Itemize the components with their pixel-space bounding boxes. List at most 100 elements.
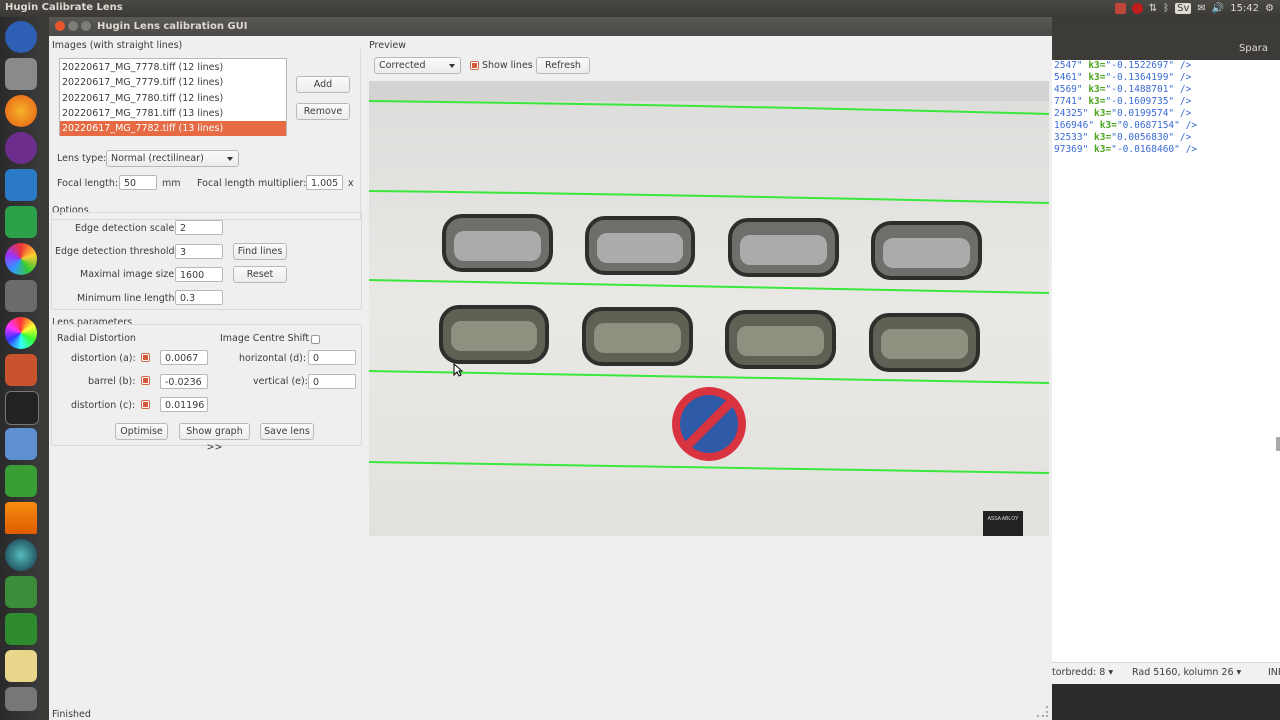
file-list-item[interactable]: 20220617_MG_7778.tiff (12 lines) [60,60,286,75]
barrel-b-checkbox[interactable] [141,376,150,385]
calc-icon[interactable] [5,206,37,238]
refresh-button[interactable]: Refresh [536,57,590,74]
trash-icon[interactable] [5,687,37,711]
notes-icon[interactable] [5,650,37,682]
radial-distortion-label: Radial Distortion [57,333,136,344]
vlc-icon[interactable] [5,502,37,534]
hugin-calibrate-window: Hugin Lens calibration GUI Images (with … [49,17,1052,720]
focal-length-input[interactable]: 50 [119,175,157,190]
hugin-alt-icon[interactable] [5,613,37,645]
remove-button[interactable]: Remove [296,103,350,120]
bluetooth-icon[interactable]: ᛒ [1163,3,1169,14]
status-text: Finished [52,709,91,720]
tab-width-selector[interactable]: torbredd: 8 ▾ [1052,667,1113,678]
vertical-e-label: vertical (e): [253,376,308,387]
file-list-item[interactable]: 20220617_MG_7782.tiff (13 lines) [60,121,286,137]
volume-icon[interactable]: 🔊 [1212,3,1224,14]
maximize-icon[interactable] [81,21,91,31]
centre-shift-checkbox[interactable] [311,335,320,344]
power-icon[interactable]: ⚙ [1265,3,1274,14]
gimp-icon[interactable] [5,280,37,312]
min-line-input[interactable]: 0.3 [175,290,223,305]
lens-type-label: Lens type: [57,153,107,164]
chevron-down-icon [449,64,455,68]
multiplier-unit: x [348,178,354,189]
globe-icon[interactable] [5,539,37,571]
lens-type-select[interactable]: Normal (rectilinear) [106,150,239,167]
save-button[interactable]: Spara [1239,43,1268,54]
clock[interactable]: 15:42 [1230,3,1259,14]
window-reflection [737,326,824,356]
title-bar[interactable]: Hugin Lens calibration GUI [49,17,1052,36]
no-parking-sign [672,387,746,461]
close-icon[interactable] [55,21,65,31]
distortion-a-input[interactable]: 0.0067 [160,350,208,365]
multiplier-input[interactable]: 1.005 [306,175,343,190]
distortion-a-checkbox[interactable] [141,353,150,362]
add-button[interactable]: Add [296,76,350,93]
resize-grip-icon[interactable] [1037,706,1048,717]
code-line: 5461" k3="-0.1364199" /> [1054,72,1192,83]
file-list-item[interactable]: 20220617_MG_7780.tiff (12 lines) [60,91,286,106]
lock-plate-text: ASSA ABLOY [988,516,1020,522]
preview-mode-select[interactable]: Corrected [374,57,461,74]
barrel-b-input[interactable]: -0.0236 [160,374,208,389]
horizontal-d-input[interactable]: 0 [308,350,356,365]
preview-image[interactable]: ASSA ABLOY [369,81,1049,536]
impress-icon[interactable] [5,354,37,386]
network-icon[interactable]: ⇅ [1149,3,1157,14]
lens-type-value: Normal (rectilinear) [111,153,204,164]
image-file-list[interactable]: 20220617_MG_7778.tiff (12 lines) 20220617… [59,58,287,137]
reset-button[interactable]: Reset [233,266,287,283]
dash-icon[interactable] [5,21,37,53]
find-lines-button[interactable]: Find lines [233,243,287,260]
preview-mode-value: Corrected [379,60,426,71]
window-reflection [740,235,827,265]
mail-icon[interactable]: ✉ [1197,3,1205,14]
focal-length-label: Focal length: [57,178,119,189]
optimise-button[interactable]: Optimise [115,423,168,440]
writer-icon[interactable] [5,169,37,201]
keyboard-language[interactable]: Sv [1175,3,1192,14]
background-text-editor: Spara 2547" k3="-0.1522697" /> 5461" k3="… [1050,17,1280,720]
color-icon[interactable] [5,317,37,349]
max-size-label: Maximal image size: [80,269,178,280]
lock-plate [983,511,1023,536]
file-list-item[interactable]: 20220617_MG_7781.tiff (13 lines) [60,106,286,121]
code-line: 24325" k3="0.0199574" /> [1054,108,1192,119]
terminal-icon[interactable] [5,391,39,425]
record-icon[interactable] [1131,3,1143,14]
minimize-icon[interactable] [68,21,78,31]
files-icon[interactable] [5,58,37,90]
edge-threshold-label: Edge detection threshold: [55,246,178,257]
code-line: 7741" k3="-0.1609735" /> [1054,96,1192,107]
cursor-position[interactable]: Rad 5160, kolumn 26 ▾ [1132,667,1241,678]
edge-threshold-input[interactable]: 3 [175,244,223,259]
save-lens-button[interactable]: Save lens [260,423,314,440]
window-reflection [597,233,683,263]
nvidia-icon[interactable] [5,576,37,608]
hugin-icon[interactable] [5,465,37,497]
max-size-input[interactable]: 1600 [175,267,223,282]
show-lines-checkbox[interactable] [470,61,479,70]
file-list-item[interactable]: 20220617_MG_7779.tiff (12 lines) [60,75,286,90]
app-title: Hugin Calibrate Lens [5,2,123,13]
edge-scale-input[interactable]: 2 [175,220,223,235]
insert-mode[interactable]: INF [1268,667,1280,678]
darktable-icon[interactable] [5,243,37,275]
audio-player-icon[interactable] [5,132,37,164]
show-graph-button[interactable]: Show graph >> [179,423,250,453]
distortion-c-checkbox[interactable] [141,400,150,409]
code-line: 2547" k3="-0.1522697" /> [1054,60,1192,71]
mouse-cursor-icon [453,363,463,377]
code-line: 4569" k3="-0.1488701" /> [1054,84,1192,95]
indicator-icon[interactable] [1114,3,1126,14]
ruler-icon[interactable] [5,428,37,460]
firefox-icon[interactable] [5,95,37,127]
vertical-e-input[interactable]: 0 [308,374,356,389]
distortion-c-input[interactable]: 0.01196 [160,397,208,412]
distortion-a-label: distortion (a): [71,353,136,364]
window-reflection [454,231,541,261]
window-reflection [881,329,968,359]
scrollbar-handle[interactable] [1276,437,1280,451]
